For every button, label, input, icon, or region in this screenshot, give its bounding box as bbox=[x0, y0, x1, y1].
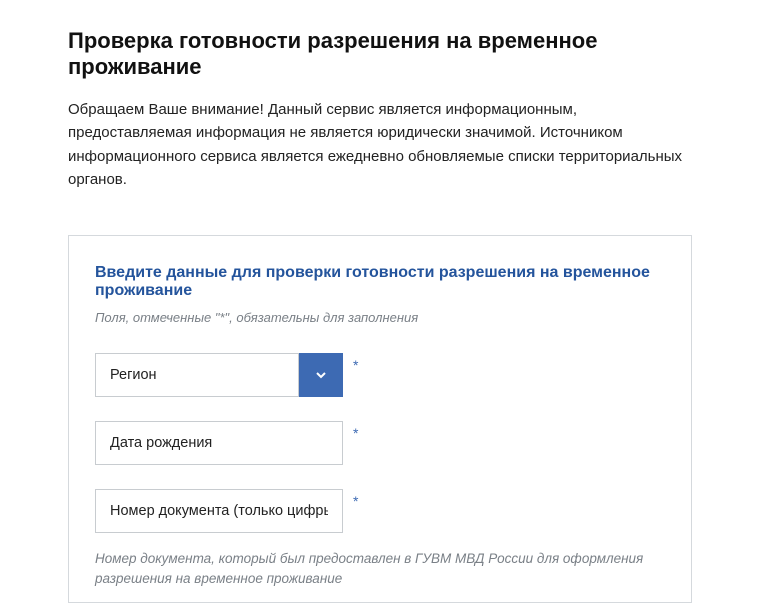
field-region: Регион * bbox=[95, 353, 665, 397]
required-note: Поля, отмеченные "*", обязательны для за… bbox=[95, 310, 665, 325]
doc-hint: Номер документа, который был предоставле… bbox=[95, 549, 665, 590]
form-title: Введите данные для проверки готовности р… bbox=[95, 264, 665, 300]
required-asterisk: * bbox=[353, 357, 358, 373]
region-select-label: Регион bbox=[110, 367, 157, 383]
region-dropdown-button[interactable] bbox=[299, 353, 343, 397]
intro-text: Обращаем Ваше внимание! Данный сервис яв… bbox=[68, 98, 692, 191]
field-doc: * bbox=[95, 489, 665, 533]
required-asterisk: * bbox=[353, 493, 358, 509]
chevron-down-icon bbox=[314, 368, 328, 382]
region-select[interactable]: Регион bbox=[95, 353, 299, 397]
birth-date-input[interactable] bbox=[95, 421, 343, 465]
field-birth: * bbox=[95, 421, 665, 465]
form-container: Введите данные для проверки готовности р… bbox=[68, 235, 692, 603]
page-title: Проверка готовности разрешения на времен… bbox=[68, 28, 692, 80]
doc-number-input[interactable] bbox=[95, 489, 343, 533]
required-asterisk: * bbox=[353, 425, 358, 441]
